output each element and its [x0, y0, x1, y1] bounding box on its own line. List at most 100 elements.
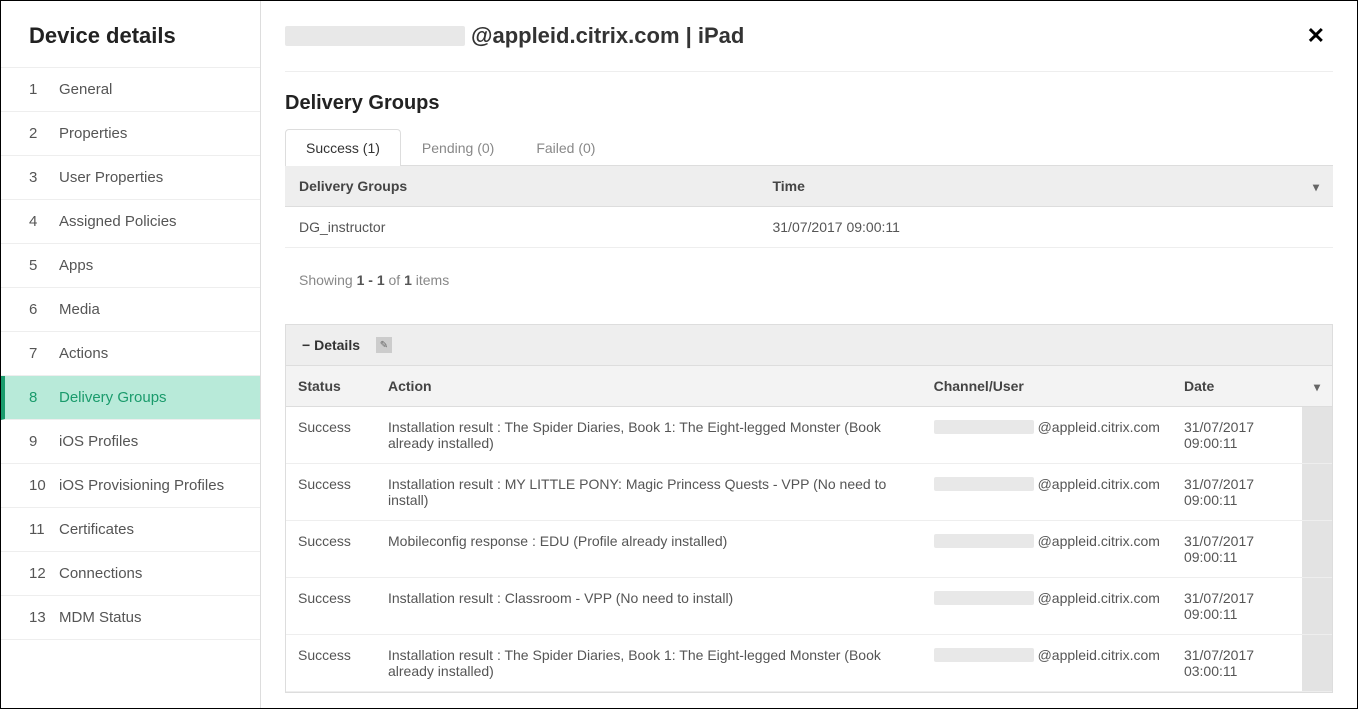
cell-spacer: [1302, 635, 1332, 692]
cell-group: DG_instructor: [285, 207, 758, 248]
sidebar-item-number: 2: [29, 125, 47, 142]
tab-success[interactable]: Success (1): [285, 129, 401, 166]
cell-action: Installation result : MY LITTLE PONY: Ma…: [376, 464, 922, 521]
sidebar-item-media[interactable]: 6Media: [1, 288, 260, 332]
cell-status: Success: [286, 635, 376, 692]
sidebar-item-number: 9: [29, 433, 47, 450]
sidebar-item-number: 5: [29, 257, 47, 274]
pagination-total: 1: [404, 272, 412, 288]
section-title: Delivery Groups: [285, 92, 1333, 115]
table-row[interactable]: SuccessInstallation result : Classroom -…: [286, 578, 1332, 635]
sidebar-item-label: iOS Provisioning Profiles: [59, 477, 224, 494]
col-time: Time: [758, 166, 1298, 207]
cell-user: @appleid.citrix.com: [922, 521, 1172, 578]
sidebar-item-number: 4: [29, 213, 47, 230]
sidebar-item-properties[interactable]: 2 Properties: [1, 112, 260, 156]
redacted-user: [934, 477, 1034, 491]
sidebar-item-ios-provisioning-profiles[interactable]: 10 iOS Provisioning Profiles: [1, 464, 260, 508]
cell-spacer: [1302, 578, 1332, 635]
cell-action: Installation result : The Spider Diaries…: [376, 635, 922, 692]
sidebar-item-label: Properties: [59, 125, 127, 142]
sidebar-item-label: Actions: [59, 345, 108, 362]
pagination-prefix: Showing: [299, 272, 357, 288]
redacted-user: [934, 648, 1034, 662]
tab-pending[interactable]: Pending (0): [401, 129, 515, 166]
sidebar-item-label: User Properties: [59, 169, 163, 186]
sidebar-item-label: Connections: [59, 565, 142, 582]
cell-action: Mobileconfig response : EDU (Profile alr…: [376, 521, 922, 578]
sidebar-item-delivery-groups[interactable]: 8Delivery Groups: [1, 376, 260, 420]
delivery-groups-table: Delivery Groups Time ▾ DG_instructor31/0…: [285, 166, 1333, 248]
sidebar-item-number: 3: [29, 169, 47, 186]
cell-action: Installation result : The Spider Diaries…: [376, 407, 922, 464]
expand-toggle[interactable]: ▾: [1299, 166, 1333, 207]
tabs: Success (1)Pending (0)Failed (0): [285, 129, 1333, 166]
cell-time: 31/07/2017 09:00:11: [758, 207, 1298, 248]
sidebar-item-assigned-policies[interactable]: 4 Assigned Policies: [1, 200, 260, 244]
cell-user: @appleid.citrix.com: [922, 464, 1172, 521]
cell-date: 31/07/2017 09:00:11: [1172, 464, 1302, 521]
sidebar-item-apps[interactable]: 5Apps: [1, 244, 260, 288]
cell-status: Success: [286, 407, 376, 464]
table-row[interactable]: SuccessMobileconfig response : EDU (Prof…: [286, 521, 1332, 578]
tab-failed[interactable]: Failed (0): [515, 129, 616, 166]
sidebar-item-ios-profiles[interactable]: 9 iOS Profiles: [1, 420, 260, 464]
table-row[interactable]: SuccessInstallation result : The Spider …: [286, 407, 1332, 464]
cell-spacer: [1299, 207, 1333, 248]
sidebar-item-number: 1: [29, 81, 47, 98]
cell-spacer: [1302, 407, 1332, 464]
chevron-down-icon: ▾: [1313, 180, 1319, 194]
redacted-user: [934, 420, 1034, 434]
edit-icon[interactable]: ✎: [376, 337, 392, 353]
details-expand-toggle[interactable]: ▾: [1302, 366, 1332, 407]
details-collapse-toggle[interactable]: − Details: [302, 337, 360, 353]
close-button[interactable]: ✕: [1299, 19, 1333, 53]
sidebar-item-label: Assigned Policies: [59, 213, 177, 230]
sidebar-item-connections[interactable]: 12Connections: [1, 552, 260, 596]
sidebar: Device details 1 General 2 Properties 3 User …: [1, 1, 261, 708]
sidebar-item-number: 8: [29, 389, 47, 406]
page-header: @appleid.citrix.com | iPad ✕: [285, 1, 1333, 72]
sidebar-item-label: MDM Status: [59, 609, 142, 626]
sidebar-item-label: iOS Profiles: [59, 433, 138, 450]
redacted-user: [934, 591, 1034, 605]
chevron-down-icon: ▾: [1314, 380, 1320, 394]
sidebar-item-actions[interactable]: 7 Actions: [1, 332, 260, 376]
cell-spacer: [1302, 521, 1332, 578]
sidebar-title: Device details: [1, 1, 260, 68]
cell-status: Success: [286, 464, 376, 521]
cell-status: Success: [286, 521, 376, 578]
col-delivery-groups: Delivery Groups: [285, 166, 758, 207]
cell-user: @appleid.citrix.com: [922, 635, 1172, 692]
sidebar-item-number: 6: [29, 301, 47, 318]
sidebar-item-user-properties[interactable]: 3 User Properties: [1, 156, 260, 200]
cell-date: 31/07/2017 09:00:11: [1172, 578, 1302, 635]
sidebar-item-number: 10: [29, 477, 47, 494]
sidebar-item-certificates[interactable]: 11Certificates: [1, 508, 260, 552]
sidebar-item-number: 7: [29, 345, 47, 362]
cell-date: 31/07/2017 09:00:11: [1172, 407, 1302, 464]
col-action: Action: [376, 366, 922, 407]
sidebar-item-label: Certificates: [59, 521, 134, 538]
page-title: @appleid.citrix.com | iPad: [285, 23, 744, 49]
cell-action: Installation result : Classroom - VPP (N…: [376, 578, 922, 635]
table-row[interactable]: SuccessInstallation result : The Spider …: [286, 635, 1332, 692]
cell-date: 31/07/2017 03:00:11: [1172, 635, 1302, 692]
pagination-suffix: items: [412, 272, 449, 288]
cell-user: @appleid.citrix.com: [922, 407, 1172, 464]
sidebar-item-mdm-status[interactable]: 13MDM Status: [1, 596, 260, 640]
cell-status: Success: [286, 578, 376, 635]
pagination-info: Showing 1 - 1 of 1 items: [285, 248, 1333, 312]
details-header: − Details ✎: [286, 325, 1332, 366]
cell-spacer: [1302, 464, 1332, 521]
redacted-username: [285, 26, 465, 46]
table-row[interactable]: DG_instructor31/07/2017 09:00:11: [285, 207, 1333, 248]
sidebar-item-label: General: [59, 81, 112, 98]
sidebar-item-general[interactable]: 1 General: [1, 68, 260, 112]
col-date: Date: [1172, 366, 1302, 407]
col-user: Channel/User: [922, 366, 1172, 407]
details-panel: − Details ✎ Status Action Channel/User D…: [285, 324, 1333, 693]
table-row[interactable]: SuccessInstallation result : MY LITTLE P…: [286, 464, 1332, 521]
details-table: Status Action Channel/User Date ▾ Succes…: [286, 366, 1332, 692]
cell-date: 31/07/2017 09:00:11: [1172, 521, 1302, 578]
